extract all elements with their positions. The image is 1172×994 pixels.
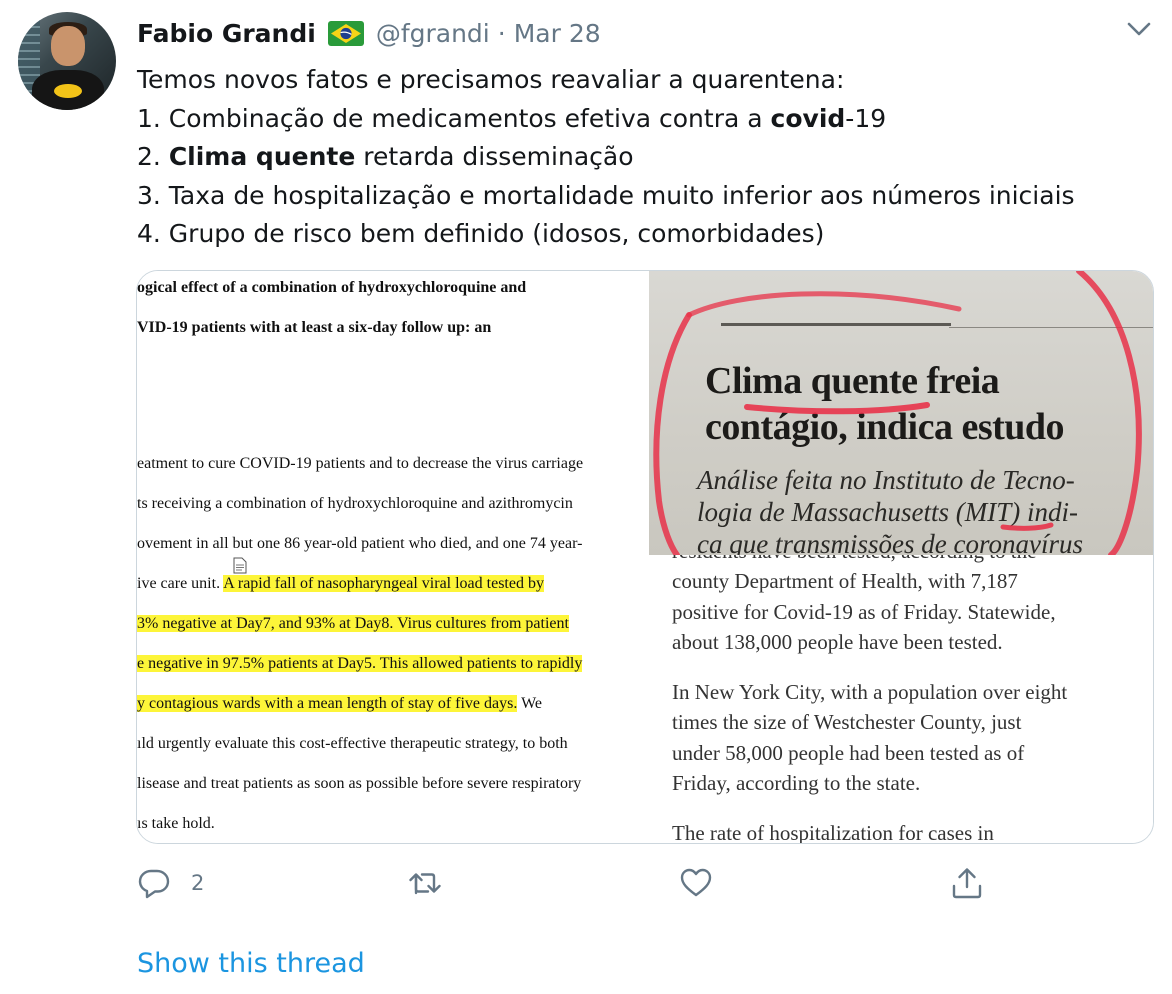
avatar[interactable] [18, 12, 116, 110]
tweet-line-3-bold: Clima quente [168, 142, 356, 171]
article-line-3: positive for Covid-19 as of Friday. Stat… [672, 600, 1056, 624]
paper-body-line-9: lisease and treat patients as soon as po… [137, 775, 582, 792]
article-line-5: In New York City, with a population over… [672, 680, 1068, 704]
tweet-line-2-text: 1. Combinação de medicamentos efetiva co… [137, 103, 771, 133]
paper-title-line-1: ogical effect of a combination of hydrox… [137, 279, 527, 296]
retweet-icon [409, 873, 441, 895]
tweet-media[interactable]: ogical effect of a combination of hydrox… [136, 270, 1154, 844]
tweet-line-4: 3. Taxa de hospitalização e mortalidade … [137, 180, 1075, 210]
tweet-line-2-bold: covid [770, 103, 846, 133]
paper-title-line-2: VID-19 patients with at least a six-day … [137, 319, 492, 336]
paper-body-line-1: eatment to cure COVID-19 patients and to… [137, 455, 584, 472]
tweet-actions: 2 [0, 866, 1172, 906]
author-name[interactable]: Fabio Grandi [137, 19, 316, 48]
paper-highlight-4: y contagious wards with a mean length of… [137, 695, 518, 712]
share-icon [952, 868, 982, 899]
media-image-newspaper[interactable]: Clima quente freia contágio, indica estu… [649, 271, 1153, 555]
article-line-7: under 58,000 people had been tested as o… [672, 741, 1025, 765]
paper-body-line-7: y contagious wards with a mean length of… [137, 695, 542, 713]
tweet-line-3-text: 2. [137, 142, 169, 171]
paper-body-line-5: 3% negative at Day7, and 93% at Day8. Vi… [137, 615, 569, 633]
article-line-4: about 138,000 people have been tested. [672, 630, 1003, 654]
article-line-6: times the size of Westchester County, ju… [672, 710, 1022, 734]
tweet-line-1: Temos novos fatos e precisamos reavaliar… [137, 65, 845, 94]
article-line-8: Friday, according to the state. [672, 771, 921, 795]
show-thread-link[interactable]: Show this thread [137, 948, 365, 979]
paper-highlight-3: e negative in 97.5% patients at Day5. Th… [137, 655, 583, 672]
tweet-date[interactable]: Mar 28 [514, 19, 601, 48]
media-image-article[interactable]: residents have been tested, according to… [649, 555, 1153, 843]
media-image-paper[interactable]: ogical effect of a combination of hydrox… [137, 271, 645, 843]
paper-body-line-10: ıs take hold. [137, 815, 215, 832]
retweet-button[interactable] [408, 866, 442, 900]
reply-icon [138, 869, 170, 899]
reply-button[interactable]: 2 [137, 866, 204, 900]
like-button[interactable] [679, 866, 713, 900]
article-line-2: county Department of Health, with 7,187 [672, 569, 1018, 593]
paper-body-line-7-plain: We [517, 695, 542, 712]
paper-body-line-4: ive care unit. A rapid fall of nasophary… [137, 575, 544, 593]
paper-body-line-2: ts receiving a combination of hydroxychl… [137, 495, 573, 512]
chevron-down-icon[interactable] [1124, 16, 1154, 42]
red-marker-circle [653, 271, 1142, 555]
author-handle[interactable]: @fgrandi [376, 19, 490, 48]
heart-icon [680, 868, 712, 897]
avatar-batman-logo [54, 84, 82, 98]
tweet-line-3: 2. Clima quente retarda disseminação [137, 138, 1147, 177]
reply-count: 2 [191, 871, 205, 895]
paper-body-line-6: e negative in 97.5% patients at Day5. Th… [137, 655, 583, 673]
tweet-line-2: 1. Combinação de medicamentos efetiva co… [137, 100, 1147, 139]
paper-body-line-4-plain: ive care unit. [137, 575, 224, 592]
brazil-flag-icon [327, 20, 364, 46]
paper-highlight-1: A rapid fall of nasopharyngeal viral loa… [223, 575, 544, 592]
article-line-1: residents have been tested, according to… [672, 555, 1036, 564]
paper-body-line-3: ovement in all but one 86 year-old patie… [137, 535, 583, 552]
tweet-line-5: 4. Grupo de risco bem definido (idosos, … [137, 219, 825, 248]
separator-dot: · [497, 18, 506, 48]
tweet-header: Fabio Grandi @fgrandi · Mar 28 [137, 16, 601, 50]
tweet-line-2-suffix: -19 [845, 103, 887, 133]
paper-body-line-8: ıld urgently evaluate this cost-effectiv… [137, 735, 568, 752]
share-button[interactable] [950, 866, 984, 900]
paper-highlight-2: 3% negative at Day7, and 93% at Day8. Vi… [137, 615, 569, 632]
avatar-face [51, 26, 85, 66]
tweet-line-3-suffix: retarda disseminação [355, 142, 634, 171]
tweet-text: Temos novos fatos e precisamos reavaliar… [137, 61, 1147, 254]
pdf-annotation-icon [233, 557, 247, 574]
article-line-9: The rate of hospitalization for cases in [672, 821, 994, 843]
